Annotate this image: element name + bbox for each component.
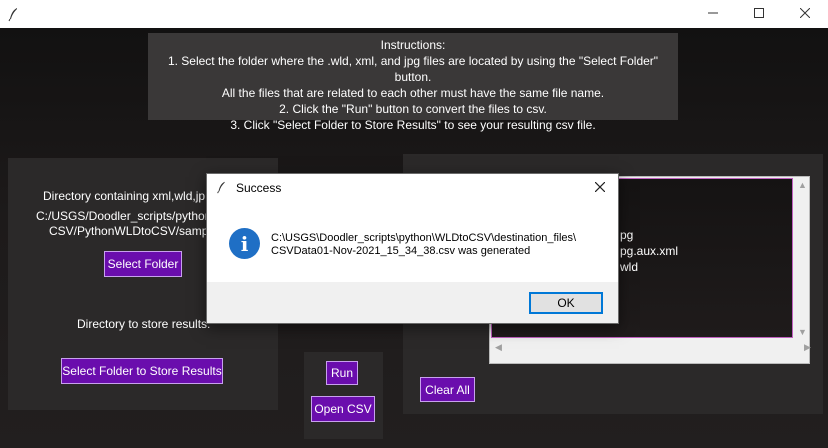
list-item[interactable]: pg bbox=[620, 227, 633, 243]
info-icon: i bbox=[229, 228, 260, 259]
dialog-message-line2: CSVData01-Nov-2021_15_34_38.csv was gene… bbox=[271, 245, 531, 257]
instructions-step-2: 2. Click the "Run" button to convert the… bbox=[279, 102, 547, 116]
success-dialog: Success i C:\USGS\Doodler_scripts\python… bbox=[206, 173, 619, 324]
list-item[interactable]: wld bbox=[620, 259, 638, 275]
dialog-body: i C:\USGS\Doodler_scripts\python\WLDtoCS… bbox=[207, 202, 618, 282]
feather-icon bbox=[215, 180, 229, 197]
maximize-button[interactable] bbox=[736, 0, 782, 28]
vertical-scrollbar[interactable]: ▲ ▼ bbox=[795, 178, 809, 340]
dialog-footer: OK bbox=[207, 282, 618, 323]
scroll-down-icon[interactable]: ▼ bbox=[798, 327, 807, 337]
instructions-panel: Instructions: 1. Select the folder where… bbox=[148, 33, 678, 132]
input-directory-path-line1: C:/USGS/Doodler_scripts/pythor bbox=[36, 209, 209, 223]
select-store-folder-button[interactable]: Select Folder to Store Results bbox=[61, 358, 223, 384]
minimize-icon bbox=[708, 7, 718, 21]
horizontal-scrollbar[interactable]: ◀ ▶ bbox=[491, 340, 811, 354]
dialog-title: Success bbox=[236, 181, 282, 195]
input-directory-path-line2: CSV/PythonWLDtoCSV/sampl bbox=[49, 224, 212, 238]
scroll-up-icon[interactable]: ▲ bbox=[798, 180, 807, 190]
close-icon bbox=[799, 7, 811, 21]
scroll-left-icon[interactable]: ◀ bbox=[495, 342, 502, 352]
dialog-message-line1: C:\USGS\Doodler_scripts\python\WLDtoCSV\… bbox=[271, 232, 577, 244]
list-item[interactable]: pg.aux.xml bbox=[620, 243, 678, 259]
dialog-message: C:\USGS\Doodler_scripts\python\WLDtoCSV\… bbox=[271, 232, 576, 258]
instructions-step-1: 1. Select the folder where the .wld, xml… bbox=[167, 54, 659, 84]
store-directory-label: Directory to store results: bbox=[77, 317, 211, 331]
instructions-note: All the files that are related to each o… bbox=[221, 86, 605, 100]
input-directory-label: Directory containing xml,wld,jp bbox=[43, 189, 206, 203]
maximize-icon bbox=[754, 7, 764, 21]
dialog-title-bar: Success bbox=[207, 174, 618, 202]
dialog-close-button[interactable] bbox=[589, 178, 611, 198]
close-button[interactable] bbox=[782, 0, 828, 28]
instructions-step-3: 3. Click "Select Folder to Store Results… bbox=[230, 118, 596, 132]
select-folder-button[interactable]: Select Folder bbox=[104, 251, 182, 277]
scroll-right-icon[interactable]: ▶ bbox=[804, 342, 811, 352]
open-csv-button[interactable]: Open CSV bbox=[311, 396, 375, 422]
ok-button[interactable]: OK bbox=[529, 292, 603, 314]
title-bar bbox=[0, 0, 828, 28]
close-icon bbox=[594, 181, 606, 195]
feather-icon bbox=[6, 6, 22, 22]
run-button[interactable]: Run bbox=[326, 361, 358, 385]
minimize-button[interactable] bbox=[690, 0, 736, 28]
clear-all-button[interactable]: Clear All bbox=[420, 377, 475, 402]
instructions-heading: Instructions: bbox=[380, 38, 446, 52]
